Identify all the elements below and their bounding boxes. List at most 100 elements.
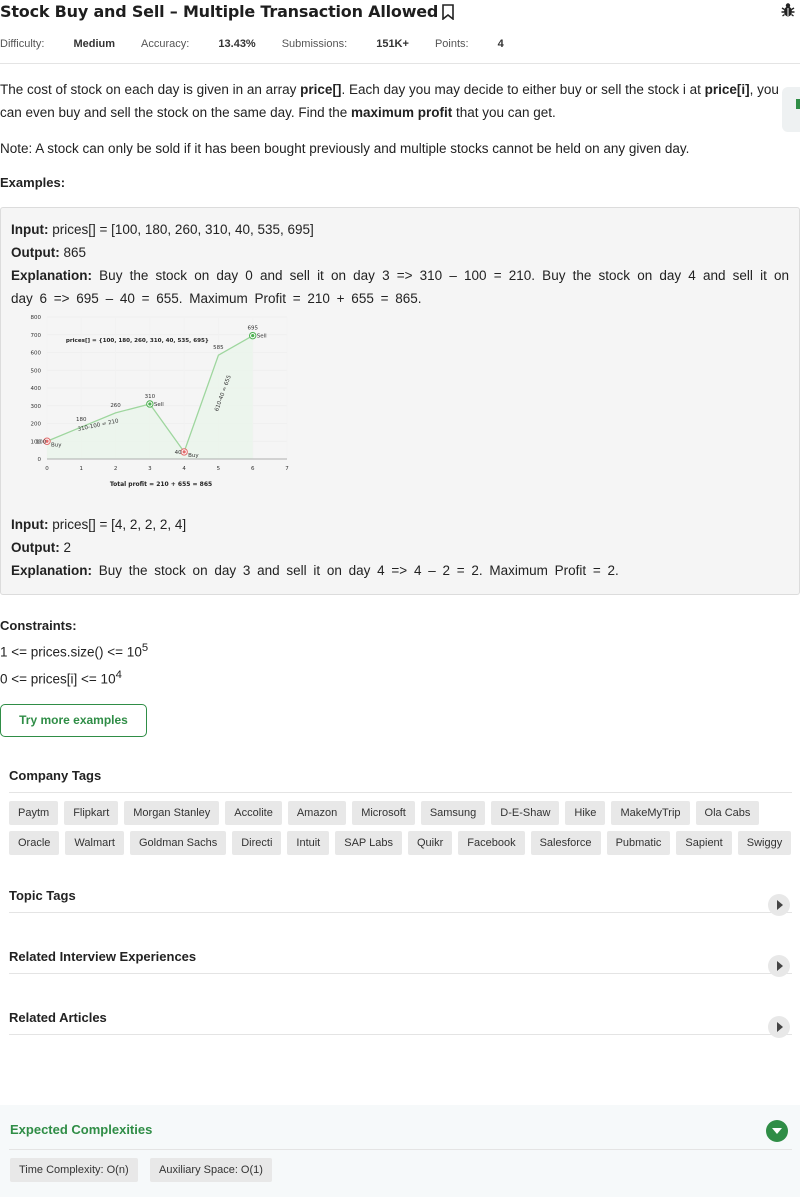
time-complexity-badge: Time Complexity: O(n) — [10, 1158, 138, 1182]
company-tag[interactable]: Paytm — [9, 801, 59, 825]
y-tick-label: 700 — [31, 333, 42, 339]
title-text: Stock Buy and Sell – Multiple Transactio… — [0, 2, 439, 21]
side-panel-tab[interactable] — [782, 87, 800, 132]
interview-experiences-accordion[interactable]: Related Interview Experiences — [0, 927, 800, 988]
example1-explanation: Explanation: Buy the stock on day 0 and … — [11, 268, 789, 306]
problem-meta: Difficulty: Medium Accuracy: 13.43% Subm… — [0, 25, 800, 64]
title-bar: Stock Buy and Sell – Multiple Transactio… — [0, 0, 800, 25]
y-tick-label: 500 — [31, 368, 42, 374]
company-tag[interactable]: Goldman Sachs — [129, 831, 227, 855]
company-tag[interactable]: Flipkart — [64, 801, 119, 825]
company-tags-section: Company Tags Paytm Flipkart Morgan Stanley… — [0, 768, 800, 855]
company-tags-heading: Company Tags — [9, 768, 792, 793]
company-tags-list: Paytm Flipkart Morgan Stanley Accolite Amazo… — [9, 793, 792, 855]
y-tick-label: 600 — [31, 351, 42, 357]
company-tag[interactable]: Samsung — [420, 801, 486, 825]
x-tick-label: 1 — [80, 466, 84, 472]
y-tick-label: 800 — [31, 315, 42, 321]
chart-title: prices[] = {100, 180, 260, 310, 40, 535,… — [66, 338, 209, 344]
expected-complexities-heading[interactable]: Expected Complexities — [10, 1122, 152, 1137]
constraint-value: 0 <= prices[i] <= 104 — [0, 668, 122, 687]
point-value-label: 585 — [213, 345, 224, 351]
expand-arrow-icon[interactable] — [768, 894, 790, 916]
x-tick-label: 7 — [285, 466, 289, 472]
buy-sell-label: Sell — [257, 334, 267, 340]
expand-arrow-icon[interactable] — [768, 955, 790, 977]
report-bug-icon[interactable] — [780, 2, 796, 23]
buy-point-core — [182, 450, 186, 454]
description-paragraph: The cost of stock on each day is given i… — [0, 82, 779, 120]
expand-arrow-icon[interactable] — [768, 1016, 790, 1038]
company-tag[interactable]: Facebook — [458, 831, 525, 855]
example2-explanation: Explanation: Buy the stock on day 3 and … — [11, 563, 619, 578]
company-tag[interactable]: Ola Cabs — [695, 801, 760, 825]
example2-input: Input: prices[] = [4, 2, 2, 2, 4] — [11, 517, 187, 532]
company-tag[interactable]: Quikr — [407, 831, 453, 855]
company-tag[interactable]: D-E-Shaw — [491, 801, 560, 825]
example1-input: Input: prices[] = [100, 180, 260, 310, 4… — [11, 222, 314, 237]
chart-xlabel: Total profit = 210 + 655 = 865 — [110, 481, 212, 488]
bookmark-icon[interactable] — [441, 4, 455, 24]
company-tag[interactable]: Directi — [232, 831, 282, 855]
example2-output: Output: 2 — [11, 540, 71, 555]
x-tick-label: 6 — [251, 466, 255, 472]
sell-point-core — [148, 402, 152, 406]
x-tick-label: 2 — [114, 466, 118, 472]
topic-tags-accordion[interactable]: Topic Tags — [0, 866, 800, 927]
related-articles-accordion[interactable]: Related Articles — [0, 988, 800, 1049]
example-chart: 0 100 200 300 400 500 600 700 800 0 1 2 3 4 5 6 7 100 Buy 1… — [11, 313, 301, 493]
company-tag[interactable]: Hike — [565, 801, 606, 825]
point-value-label: 100 — [36, 439, 47, 445]
submissions: Submissions: 151K+ — [281, 38, 409, 50]
constraints-heading: Constraints: — [0, 618, 77, 633]
examples-box: Input: prices[] = [100, 180, 260, 310, 4… — [0, 207, 800, 595]
company-tag[interactable]: Accolite — [225, 801, 282, 825]
company-tag[interactable]: MakeMyTrip — [611, 801, 690, 825]
y-tick-label: 400 — [31, 386, 42, 392]
space-complexity-badge: Auxiliary Space: O(1) — [150, 1158, 272, 1182]
collapse-arrow-icon[interactable] — [766, 1120, 788, 1142]
stock-price-chart: 01002003004005006007008000 1 2 3 4 5 6 7100 Buy1… — [31, 315, 290, 488]
buy-sell-label: Sell — [154, 402, 164, 408]
buy-sell-label: Buy — [51, 442, 62, 448]
interview-experiences-heading: Related Interview Experiences — [9, 927, 792, 974]
point-value-label: 180 — [76, 417, 87, 423]
points: Points: 4 — [434, 38, 504, 50]
related-articles-heading: Related Articles — [9, 988, 792, 1035]
sell-point-core — [251, 334, 255, 338]
x-tick-label: 0 — [45, 466, 49, 472]
company-tag[interactable]: Sapient — [676, 831, 732, 855]
company-tag[interactable]: Pubmatic — [606, 831, 671, 855]
topic-tags-heading: Topic Tags — [9, 866, 792, 913]
company-tag[interactable]: Amazon — [287, 801, 347, 825]
page-title: Stock Buy and Sell – Multiple Transactio… — [0, 2, 455, 24]
difficulty: Difficulty: Medium — [0, 38, 116, 50]
example1-output: Output: 865 — [11, 245, 87, 260]
company-tag[interactable]: Oracle — [9, 831, 60, 855]
problem-description: The cost of stock on each day is given i… — [0, 64, 800, 160]
company-tag[interactable]: Morgan Stanley — [124, 801, 220, 825]
company-tag[interactable]: Salesforce — [530, 831, 601, 855]
company-tag[interactable]: Microsoft — [352, 801, 415, 825]
point-value-label: 40 — [175, 450, 182, 456]
constraints: Constraints: 1 <= prices.size() <= 105 0… — [0, 614, 800, 690]
company-tag[interactable]: Intuit — [287, 831, 330, 855]
x-tick-label: 4 — [182, 466, 186, 472]
point-value-label: 260 — [110, 403, 121, 409]
constraint-size: 1 <= prices.size() <= 105 — [0, 642, 149, 660]
buy-sell-label: Buy — [188, 453, 199, 459]
company-tag[interactable]: SAP Labs — [335, 831, 402, 855]
point-value-label: 695 — [247, 326, 258, 332]
company-tag[interactable]: Walmart — [65, 831, 124, 855]
company-tag[interactable]: Swiggy — [737, 831, 792, 855]
examples-heading: Examples: — [0, 175, 66, 190]
try-more-examples-button[interactable]: Try more examples — [0, 704, 147, 737]
y-tick-label: 300 — [31, 404, 42, 410]
y-tick-label: 0 — [38, 457, 42, 463]
x-tick-label: 5 — [217, 466, 221, 472]
y-tick-label: 200 — [31, 422, 42, 428]
accuracy: Accuracy: 13.43% — [141, 38, 256, 50]
x-tick-label: 3 — [148, 466, 152, 472]
point-value-label: 310 — [145, 394, 156, 400]
expected-complexities-section: Expected Complexities Time Complexity: O… — [0, 1105, 800, 1197]
